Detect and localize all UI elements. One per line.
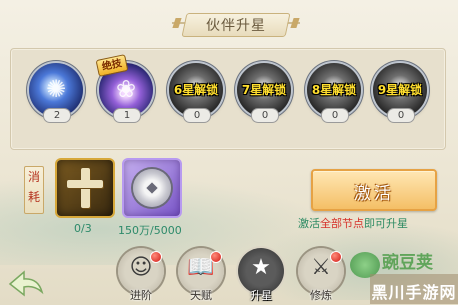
token-amount: 0/3 [74, 222, 92, 235]
coin-amount: 150万/5000 [118, 224, 182, 237]
purple-flower-skill-icon: ❀ [115, 75, 137, 103]
watermark-brand: 豌豆荚 [382, 253, 433, 273]
node-count: 2 [43, 108, 71, 123]
lock-label: 8星解锁 [311, 83, 357, 97]
lock-label: 6星解锁 [173, 83, 219, 97]
gold-cross-token-slot[interactable] [57, 160, 113, 216]
page-title-banner: 伙伴升星 [172, 10, 300, 38]
activate-hint: 激活全部节点即可升星 [298, 217, 408, 230]
watermark-site: 黑川手游网 [370, 274, 458, 304]
page-title: 伙伴升星 [206, 18, 266, 34]
blue-swirl-skill-icon: ✺ [45, 75, 67, 103]
lock-label: 9星解锁 [377, 83, 423, 97]
stars-icon: ★ [251, 255, 271, 280]
node-count: 0 [251, 108, 279, 123]
silver-coin-icon [133, 169, 171, 207]
tab-star-up-label: 升星 [250, 289, 272, 302]
star-node-panel: ✺ 2 ❀ 绝技 1 6星解锁 0 7星解锁 0 8星解锁 0 9星解锁 0 [10, 48, 446, 150]
star-node-3[interactable]: 6星解锁 0 [169, 63, 223, 123]
node-count: 0 [387, 108, 415, 123]
notification-dot [210, 251, 222, 263]
tab-talent-label: 天赋 [190, 289, 212, 302]
node-count: 0 [183, 108, 211, 123]
back-arrow-icon[interactable] [6, 268, 46, 298]
lock-label: 7星解锁 [241, 83, 287, 97]
activate-button[interactable]: 激活 [311, 169, 437, 211]
tab-advance-label: 进阶 [130, 289, 152, 302]
star-node-5[interactable]: 8星解锁 0 [307, 63, 361, 123]
node-count: 0 [321, 108, 349, 123]
star-node-2[interactable]: ❀ 绝技 1 [95, 54, 153, 123]
star-node-6[interactable]: 9星解锁 0 [373, 63, 427, 123]
silver-coin-slot[interactable] [124, 160, 180, 216]
star-node-1[interactable]: ✺ 2 [29, 63, 83, 123]
notification-dot [330, 251, 342, 263]
consume-label: 消耗 [24, 166, 44, 214]
node-count: 1 [113, 108, 141, 123]
ultimate-skill-badge: 绝技 [95, 54, 129, 77]
tab-cultivate-label: 修炼 [310, 289, 332, 302]
notification-dot [150, 251, 162, 263]
star-node-4[interactable]: 7星解锁 0 [237, 63, 291, 123]
